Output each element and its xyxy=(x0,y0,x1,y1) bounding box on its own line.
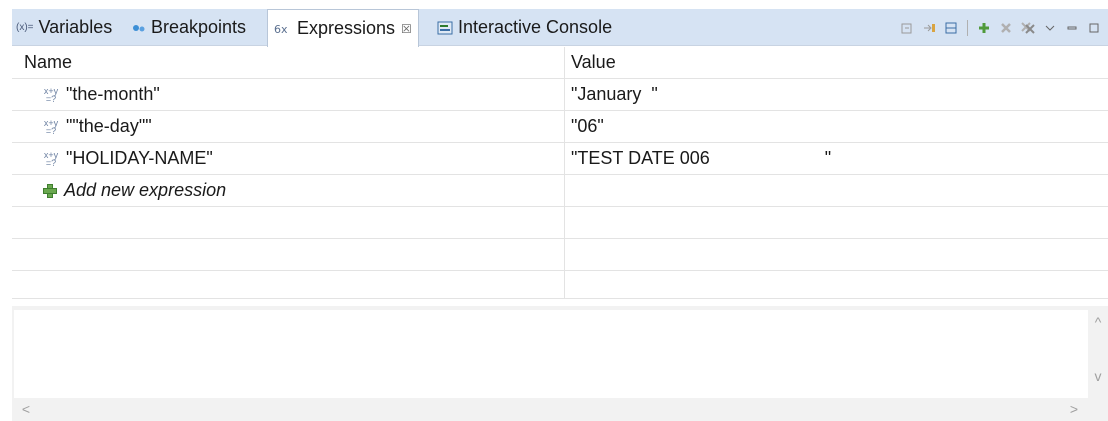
expression-icon: x+y =? xyxy=(42,150,60,168)
expression-icon-bottom: =? xyxy=(45,157,57,168)
detail-pane[interactable]: ^ v < > xyxy=(12,306,1108,421)
expression-value: "January " xyxy=(571,84,658,104)
tab-interactive-console[interactable]: Interactive Console xyxy=(437,9,612,46)
column-header-value[interactable]: Value xyxy=(565,47,1108,78)
empty-name-cell xyxy=(12,207,565,238)
tab-variables[interactable]: (x)= Variables xyxy=(16,9,112,46)
horizontal-scrollbar[interactable]: < > xyxy=(12,399,1108,421)
scroll-down-icon[interactable]: v xyxy=(1088,368,1108,384)
empty-row xyxy=(12,271,1108,299)
row-name-cell: x+y =? "the-month" xyxy=(12,79,565,110)
expression-value: "06" xyxy=(571,116,604,136)
empty-value-cell xyxy=(565,239,1108,270)
maximize-icon[interactable] xyxy=(1086,20,1102,36)
expression-icon: x+y =? xyxy=(42,86,60,104)
table-row[interactable]: x+y =? "the-month" "January " xyxy=(12,79,1108,111)
detail-text-area[interactable] xyxy=(14,310,1088,398)
remove-all-icon[interactable] xyxy=(1020,20,1036,36)
add-new-expression-label: Add new expression xyxy=(64,180,227,200)
add-expression-icon[interactable] xyxy=(976,20,992,36)
expression-name: ""the-day"" xyxy=(66,116,152,136)
tab-variables-label: Variables xyxy=(38,17,113,37)
tab-expressions-label: Expressions xyxy=(297,18,396,38)
expression-icon-bottom: =? xyxy=(45,125,57,136)
view-tab-bar: (x)= Variables Breakpoints 6x Expression… xyxy=(12,9,1108,47)
empty-value-cell xyxy=(565,271,1108,298)
layout-icon[interactable] xyxy=(943,20,959,36)
table-header: Name Value xyxy=(12,47,1108,79)
minimize-icon[interactable] xyxy=(1064,20,1080,36)
collapse-all-icon[interactable] xyxy=(899,20,915,36)
plus-icon xyxy=(42,183,58,199)
expressions-table: Name Value x+y =? "the-month" "January " … xyxy=(12,47,1108,299)
breakpoints-icon xyxy=(132,22,146,34)
view-toolbar xyxy=(899,9,1108,46)
vertical-scrollbar[interactable]: ^ v xyxy=(1088,306,1108,398)
row-name-cell: x+y =? ""the-day"" xyxy=(12,111,565,142)
empty-row xyxy=(12,239,1108,271)
tab-expressions[interactable]: 6x Expressions ☒ xyxy=(267,9,419,47)
row-name-cell: x+y =? "HOLIDAY-NAME" xyxy=(12,143,565,174)
tab-interactive-console-label: Interactive Console xyxy=(458,17,613,37)
empty-value-cell xyxy=(565,207,1108,238)
row-name-cell: Add new expression xyxy=(12,175,565,206)
expand-icon[interactable] xyxy=(921,20,937,36)
empty-value-cell xyxy=(565,175,1108,206)
expression-icon-bottom: =? xyxy=(45,93,57,104)
remove-icon[interactable] xyxy=(998,20,1014,36)
variables-icon: (x)= xyxy=(16,22,34,33)
expression-name: "the-month" xyxy=(66,84,160,104)
add-expression-row[interactable]: Add new expression xyxy=(12,175,1108,207)
close-icon[interactable]: ☒ xyxy=(401,22,412,36)
tab-breakpoints-label: Breakpoints xyxy=(151,17,247,37)
console-icon xyxy=(437,21,453,35)
expressions-icon: 6x xyxy=(274,22,292,36)
expression-value: "TEST DATE 006 " xyxy=(571,148,832,168)
view-menu-icon[interactable] xyxy=(1042,20,1058,36)
expression-name: "HOLIDAY-NAME" xyxy=(66,148,213,168)
scroll-up-icon[interactable]: ^ xyxy=(1088,314,1108,330)
empty-row xyxy=(12,207,1108,239)
scroll-right-icon[interactable]: > xyxy=(1064,401,1084,417)
scroll-left-icon[interactable]: < xyxy=(16,401,36,417)
empty-name-cell xyxy=(12,271,565,298)
toolbar-separator xyxy=(967,19,968,36)
table-row[interactable]: x+y =? ""the-day"" "06" xyxy=(12,111,1108,143)
column-header-name[interactable]: Name xyxy=(12,47,565,78)
table-row[interactable]: x+y =? "HOLIDAY-NAME" "TEST DATE 006 " xyxy=(12,143,1108,175)
tab-breakpoints[interactable]: Breakpoints xyxy=(132,9,246,46)
window-top-edge xyxy=(0,0,1108,9)
expression-icon: x+y =? xyxy=(42,118,60,136)
empty-name-cell xyxy=(12,239,565,270)
svg-text:6x: 6x xyxy=(274,23,288,36)
